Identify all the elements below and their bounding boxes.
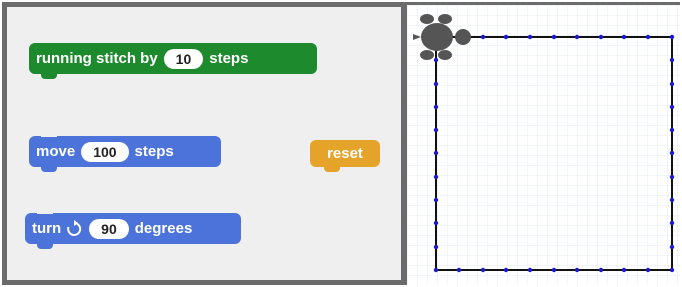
move-label: move <box>36 143 76 160</box>
block-connector-notch <box>41 132 57 137</box>
reset-label: reset <box>327 145 363 162</box>
turn-label: turn <box>32 220 62 237</box>
block-connector-tab <box>41 166 57 172</box>
reset-block[interactable]: reset <box>310 140 380 172</box>
turn-block[interactable]: turn 90 degrees <box>25 209 241 249</box>
stage[interactable] <box>404 2 680 285</box>
running-stitch-block[interactable]: running stitch by 10 steps <box>29 43 317 79</box>
running-stitch-label: running stitch by <box>36 50 158 67</box>
running-stitch-unit-label: steps <box>209 50 249 67</box>
block-connector-tab <box>324 166 340 172</box>
running-stitch-steps-input[interactable]: 10 <box>163 48 204 69</box>
stage-canvas <box>407 5 680 285</box>
move-block[interactable]: move 100 steps <box>29 132 221 172</box>
rotate-clockwise-icon <box>65 219 83 238</box>
turn-unit-label: degrees <box>134 220 193 237</box>
turn-degrees-input[interactable]: 90 <box>89 218 129 239</box>
block-connector-tab <box>37 243 53 249</box>
move-steps-input[interactable]: 100 <box>81 141 129 162</box>
block-connector-notch <box>37 209 53 214</box>
block-connector-tab <box>41 73 57 79</box>
script-area[interactable]: running stitch by 10 steps move 100 step… <box>2 2 406 285</box>
move-unit-label: steps <box>134 143 174 160</box>
